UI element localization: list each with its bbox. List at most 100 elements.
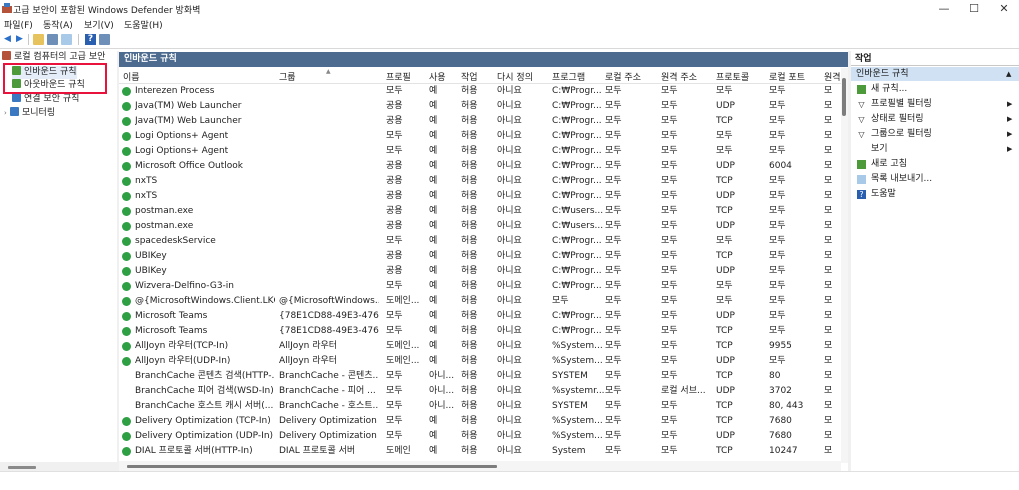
table-row[interactable]: UBIKey 공용 예 허용 아니요 C:₩Progr... 모두 모두 UDP 모두 모 xyxy=(119,264,841,279)
collapse-arrow-icon[interactable]: ▲ xyxy=(1006,67,1011,81)
cell-enabled: 예 xyxy=(429,146,438,156)
table-row[interactable]: DIAL 프로토콜 서버(HTTP-In) DIAL 프로토콜 서버 도메인 예 허용 아… xyxy=(119,444,841,459)
back-arrow-icon[interactable]: ◀ xyxy=(2,34,13,45)
cell-name: UBIKey xyxy=(135,266,167,276)
action-item[interactable]: ▽ 프로필별 필터링 ▶ xyxy=(851,97,1019,112)
table-row[interactable]: Logi Options+ Agent 모두 예 허용 아니요 C:₩Progr... 모두… xyxy=(119,129,841,144)
table-row[interactable]: Delivery Optimization (UDP-In) Delivery O… xyxy=(119,429,841,444)
action-item[interactable]: ▽ 그룹으로 필터링 ▶ xyxy=(851,127,1019,142)
cell-remote-addr: 모두 xyxy=(661,221,678,231)
menu-action[interactable]: 동작(A) xyxy=(43,18,73,31)
export-list-icon[interactable] xyxy=(61,34,72,45)
cell-remote: 모 xyxy=(824,341,833,351)
cell-action: 허용 xyxy=(461,446,478,456)
show-hide-tree-icon[interactable] xyxy=(47,34,58,45)
cell-action: 허용 xyxy=(461,221,478,231)
column-header-enabled[interactable]: 사용 xyxy=(429,70,446,83)
tree-item-monitoring[interactable]: › 모니터링 xyxy=(4,107,55,120)
table-row[interactable]: Logi Options+ Agent 모두 예 허용 아니요 C:₩Progr... 모두… xyxy=(119,144,841,159)
action-item[interactable]: ▽ 상태로 필터링 ▶ xyxy=(851,112,1019,127)
action-item[interactable]: 목록 내보내기... xyxy=(851,172,1019,187)
column-header-local-port[interactable]: 로컬 포트 xyxy=(769,70,805,83)
cell-local-port: 모두 xyxy=(769,311,786,321)
cell-name: Microsoft Teams xyxy=(135,326,208,336)
cell-protocol: TCP xyxy=(716,341,733,351)
column-header-profile[interactable]: 프로필 xyxy=(386,70,411,83)
cell-remote: 모 xyxy=(824,326,833,336)
table-row[interactable]: BranchCache 콘텐츠 검색(HTTP-... BranchCache -… xyxy=(119,369,841,384)
column-header-remote[interactable]: 원격 xyxy=(824,70,841,83)
minimize-button[interactable]: — xyxy=(929,0,959,17)
table-row[interactable]: Java(TM) Web Launcher 공용 예 허용 아니요 C:₩Progr...… xyxy=(119,99,841,114)
help-icon[interactable]: ? xyxy=(85,34,96,45)
column-header-local-address[interactable]: 로컬 주소 xyxy=(605,70,641,83)
column-header-program[interactable]: 프로그램 xyxy=(552,70,585,83)
cell-remote: 모 xyxy=(824,386,833,396)
table-row[interactable]: BranchCache 호스트 캐시 서버(... BranchCache - 호… xyxy=(119,399,841,414)
table-row[interactable]: nxTS 공용 예 허용 아니요 C:₩Progr... 모두 모두 TCP 모두 모 xyxy=(119,174,841,189)
column-header-protocol[interactable]: 프로토콜 xyxy=(716,70,749,83)
table-row[interactable]: AllJoyn 라우터(TCP-In) AllJoyn 라우터 도메인... 예 허용 아… xyxy=(119,339,841,354)
column-header-row: 이름 그룹 ▲ 프로필 사용 작업 다시 정의 프로그램 로컬 주소 원격 주소… xyxy=(119,68,841,84)
action-item[interactable]: 새 규칙... xyxy=(851,82,1019,97)
table-row[interactable]: Java(TM) Web Launcher 공용 예 허용 아니요 C:₩Progr...… xyxy=(119,114,841,129)
cell-enabled: 예 xyxy=(429,131,438,141)
table-row[interactable]: spacedeskService 모두 예 허용 아니요 C:₩Progr... 모두 모두 모… xyxy=(119,234,841,249)
table-row[interactable]: AllJoyn 라우터(UDP-In) AllJoyn 라우터 도메인... 예 허용 아… xyxy=(119,354,841,369)
tree-root[interactable]: 로컬 컴퓨터의 고급 보안 xyxy=(2,51,105,64)
column-header-override[interactable]: 다시 정의 xyxy=(497,70,533,83)
close-button[interactable]: ✕ xyxy=(989,0,1019,17)
cell-remote: 모 xyxy=(824,296,833,306)
tree-item-connection-security[interactable]: 연결 보안 규칙 xyxy=(12,93,79,106)
table-row[interactable]: BranchCache 피어 검색(WSD-In) BranchCache - 피… xyxy=(119,384,841,399)
tree-item-outbound-rules[interactable]: 아웃바운드 규칙 xyxy=(12,79,85,92)
table-row[interactable]: @{MicrosoftWindows.Client.LKG_... @{Micro… xyxy=(119,294,841,309)
table-row[interactable]: Microsoft Teams {78E1CD88-49E3-476... 모두 예 허… xyxy=(119,324,841,339)
table-row[interactable]: UBIKey 공용 예 허용 아니요 C:₩Progr... 모두 모두 TCP 모두 모 xyxy=(119,249,841,264)
table-row[interactable]: Wizvera-Delfino-G3-in 모두 예 허용 아니요 C:₩Progr...… xyxy=(119,279,841,294)
cell-remote-addr: 모두 xyxy=(661,236,678,246)
action-item[interactable]: 새로 고침 xyxy=(851,157,1019,172)
menu-file[interactable]: 파일(F) xyxy=(4,18,33,31)
action-item[interactable]: ? 도움말 xyxy=(851,187,1019,202)
show-action-pane-icon[interactable] xyxy=(99,34,110,45)
cell-protocol: UDP xyxy=(716,311,735,321)
table-row[interactable]: Microsoft Office Outlook 공용 예 허용 아니요 C:₩Progr… xyxy=(119,159,841,174)
vertical-scrollbar[interactable] xyxy=(841,68,848,463)
action-item[interactable]: 보기 ▶ xyxy=(851,142,1019,157)
cell-name: @{MicrosoftWindows.Client.LKG_... xyxy=(135,296,275,306)
cell-profile: 모두 xyxy=(386,431,403,441)
vertical-scrollbar-thumb[interactable] xyxy=(842,78,846,116)
table-row[interactable]: nxTS 공용 예 허용 아니요 C:₩Progr... 모두 모두 UDP 모두 모 xyxy=(119,189,841,204)
table-row[interactable]: Interezen Process 모두 예 허용 아니요 C:₩Progr... 모두 모두… xyxy=(119,84,841,99)
table-row[interactable]: DIAL 프로토콜 서버(HTTP-In)DIAL 프로토콜 서버개인예허용아니… xyxy=(119,459,841,460)
forward-arrow-icon[interactable]: ▶ xyxy=(14,34,25,45)
cell-local-port: 모두 xyxy=(769,101,786,111)
tree-horizontal-scrollbar-thumb[interactable] xyxy=(8,466,36,469)
allow-check-icon xyxy=(122,207,131,216)
cell-action: 허용 xyxy=(461,86,478,96)
cell-override: 아니요 xyxy=(497,386,522,396)
cell-override: 아니요 xyxy=(497,206,522,216)
inbound-rules-pane: 인바운드 규칙 이름 그룹 ▲ 프로필 사용 작업 다시 정의 프로그램 로컬 … xyxy=(119,51,848,471)
horizontal-scrollbar-thumb[interactable] xyxy=(127,465,497,468)
cell-local-addr: 모두 xyxy=(605,101,622,111)
table-row[interactable]: Delivery Optimization (TCP-In) Delivery O… xyxy=(119,414,841,429)
table-row[interactable]: postman.exe 공용 예 허용 아니요 C:₩users... 모두 모두 UDP 모두 모 xyxy=(119,219,841,234)
actions-section-inbound-rules[interactable]: 인바운드 규칙 xyxy=(851,67,1019,81)
maximize-button[interactable]: ☐ xyxy=(959,0,989,17)
cell-profile: 공용 xyxy=(386,251,403,261)
table-row[interactable]: Microsoft Teams {78E1CD88-49E3-476... 모두 예 허… xyxy=(119,309,841,324)
column-header-name[interactable]: 이름 xyxy=(123,70,140,83)
cell-remote-addr: 모두 xyxy=(661,146,678,156)
folder-up-icon[interactable] xyxy=(33,34,44,45)
menu-view[interactable]: 보기(V) xyxy=(84,18,114,31)
menu-help[interactable]: 도움말(H) xyxy=(124,18,163,31)
tree-item-inbound-rules[interactable]: 인바운드 규칙 xyxy=(12,66,77,79)
column-header-action[interactable]: 작업 xyxy=(461,70,478,83)
cell-name: Interezen Process xyxy=(135,86,215,96)
column-header-remote-address[interactable]: 원격 주소 xyxy=(661,70,697,83)
table-row[interactable]: postman.exe 공용 예 허용 아니요 C:₩users... 모두 모두 TCP 모두 모 xyxy=(119,204,841,219)
column-header-group[interactable]: 그룹 xyxy=(279,70,296,83)
cell-action: 허용 xyxy=(461,281,478,291)
